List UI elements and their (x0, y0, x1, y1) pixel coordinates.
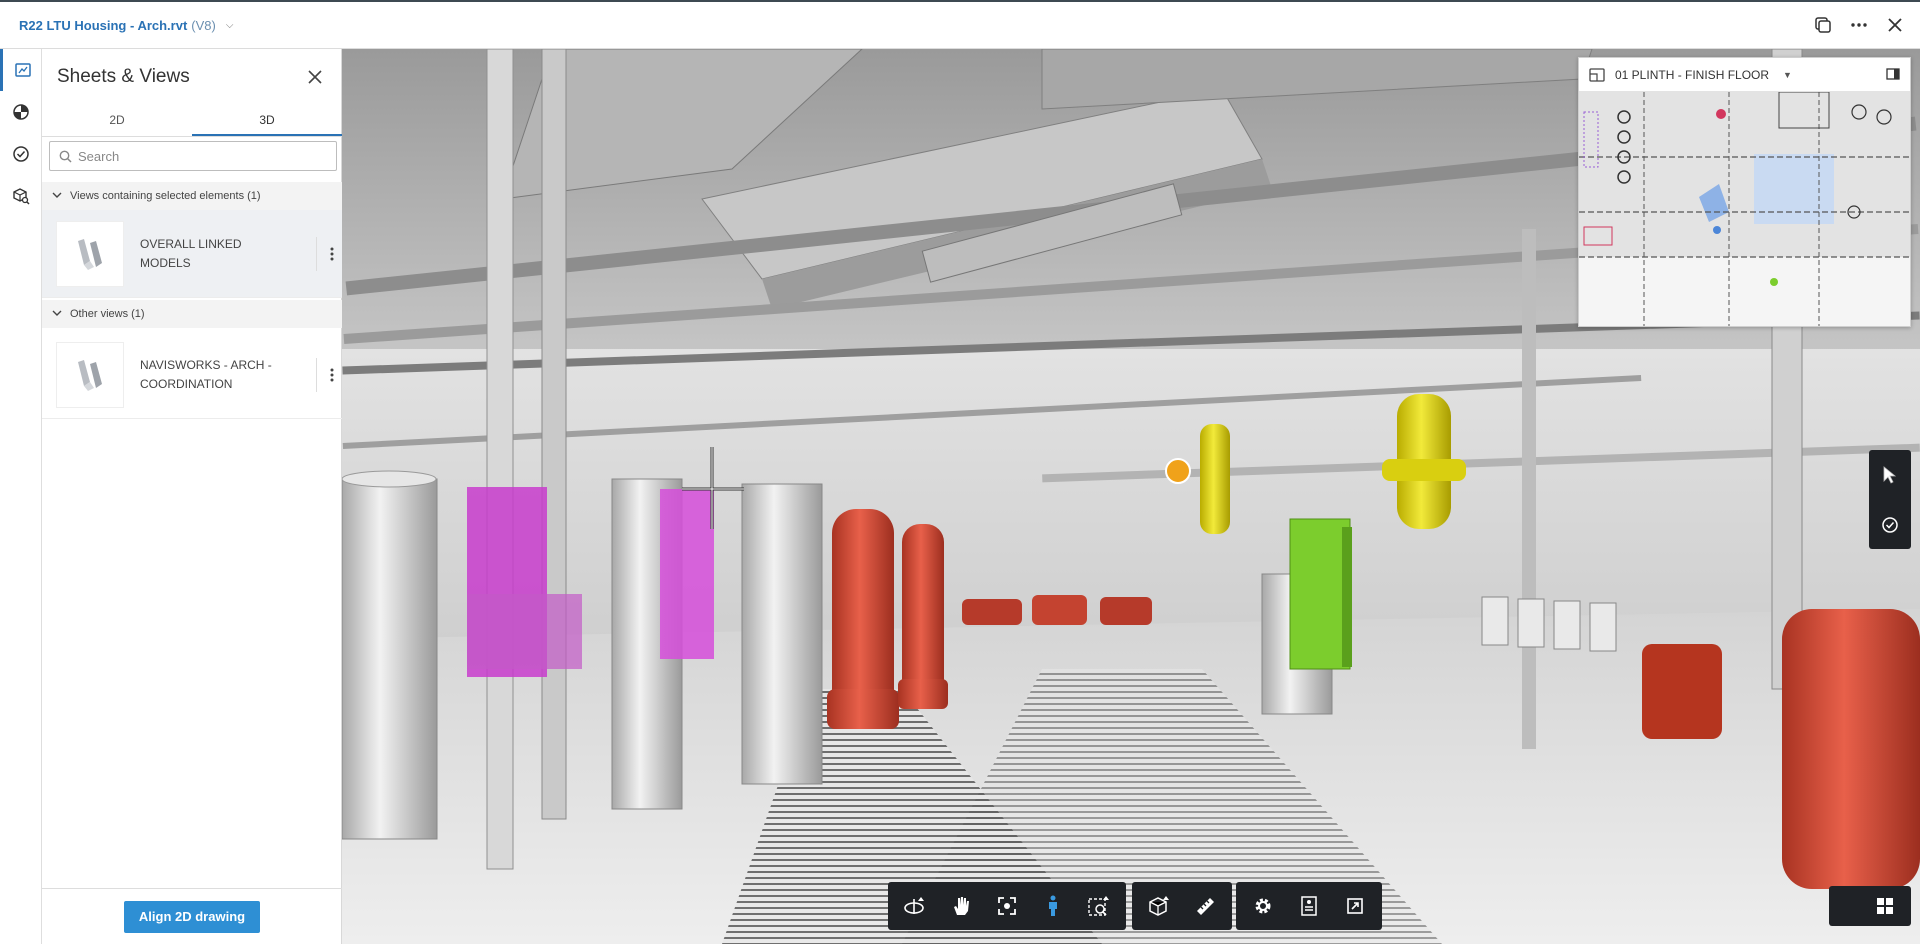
minimap-level-title[interactable]: 01 PLINTH - FINISH FLOOR (1615, 68, 1769, 82)
left-tool-rail (0, 49, 42, 944)
properties-icon[interactable] (1288, 886, 1330, 926)
level-dropdown-icon[interactable]: ▼ (1783, 70, 1792, 80)
3d-viewport[interactable]: 01 PLINTH - FINISH FLOOR ▼ (342, 49, 1920, 944)
minimap-header: 01 PLINTH - FINISH FLOOR ▼ (1579, 58, 1910, 92)
search-box (49, 141, 337, 171)
minimap-dock-icon[interactable] (1886, 67, 1900, 85)
pan-icon[interactable] (940, 886, 982, 926)
view-item-label: NAVISWORKS - ARCH - COORDINATION (140, 357, 272, 391)
zoom-window-icon[interactable] (1078, 886, 1120, 926)
first-person-icon[interactable] (1032, 886, 1074, 926)
panel-title: Sheets & Views (57, 66, 190, 87)
markup-check-icon[interactable] (1881, 516, 1899, 534)
settings-icon[interactable] (1242, 886, 1284, 926)
sheets-views-panel: Sheets & Views 2D 3D Views containing se… (42, 49, 342, 944)
view-item-label: OVERALL LINKED MODELS (140, 236, 242, 270)
view-tabs: 2D 3D (42, 105, 342, 137)
location-marker[interactable] (1165, 458, 1191, 484)
right-tool-strip (1869, 450, 1911, 549)
issues-icon[interactable] (0, 133, 42, 175)
search-input[interactable] (78, 148, 318, 164)
close-viewer-icon[interactable] (1884, 14, 1906, 36)
compare-icon[interactable] (1812, 14, 1834, 36)
fullscreen-icon[interactable] (1334, 886, 1376, 926)
tab-3d[interactable]: 3D (192, 105, 342, 136)
section-header-selected[interactable]: Views containing selected elements (1) (42, 182, 342, 210)
align-2d-drawing-button[interactable]: Align 2D drawing (123, 900, 261, 933)
section-box-icon[interactable] (1138, 886, 1180, 926)
panel-footer: Align 2D drawing (42, 888, 342, 944)
chevron-down-icon (52, 190, 62, 202)
document-title[interactable]: R22 LTU Housing - Arch.rvt (19, 18, 187, 33)
model-browser-icon[interactable] (0, 91, 42, 133)
view-options-icon[interactable] (316, 357, 334, 392)
view-options-icon[interactable] (316, 236, 334, 271)
section-label: Other views (1) (70, 308, 145, 320)
view-item-overall-linked-models[interactable]: OVERALL LINKED MODELS (42, 210, 342, 298)
version-dropdown-icon[interactable]: ⌵ (226, 20, 234, 31)
document-version[interactable]: (V8) (191, 18, 216, 33)
section-label: Views containing selected elements (1) (70, 190, 261, 202)
grid-icon (1875, 896, 1895, 916)
view-thumbnail (56, 220, 124, 287)
settings-toolbar (1236, 882, 1382, 930)
select-cursor-icon[interactable] (1881, 465, 1899, 485)
search-icon (59, 150, 72, 163)
section-header-other[interactable]: Other views (1) (42, 300, 342, 328)
section-measure-toolbar (1132, 882, 1232, 930)
sheets-views-icon[interactable] (0, 49, 42, 91)
view-thumbnail (56, 341, 124, 408)
view-layout-button[interactable] (1829, 886, 1911, 926)
minimap[interactable]: 01 PLINTH - FINISH FLOOR ▼ (1578, 57, 1911, 327)
navigation-toolbar (888, 882, 1126, 930)
tab-2d[interactable]: 2D (42, 105, 192, 136)
floor-plan-icon (1589, 67, 1605, 82)
fit-to-view-icon[interactable] (986, 886, 1028, 926)
close-panel-icon[interactable] (305, 67, 325, 87)
top-bar: R22 LTU Housing - Arch.rvt (V8) ⌵ (0, 0, 1920, 49)
orbit-icon[interactable] (894, 886, 936, 926)
minimap-floor-plan[interactable] (1579, 91, 1910, 326)
view-item-navisworks-arch-coordination[interactable]: NAVISWORKS - ARCH - COORDINATION (42, 331, 342, 419)
more-options-icon[interactable] (1848, 14, 1870, 36)
search-model-icon[interactable] (0, 175, 42, 217)
chevron-down-icon (52, 308, 62, 320)
measure-icon[interactable] (1184, 886, 1226, 926)
